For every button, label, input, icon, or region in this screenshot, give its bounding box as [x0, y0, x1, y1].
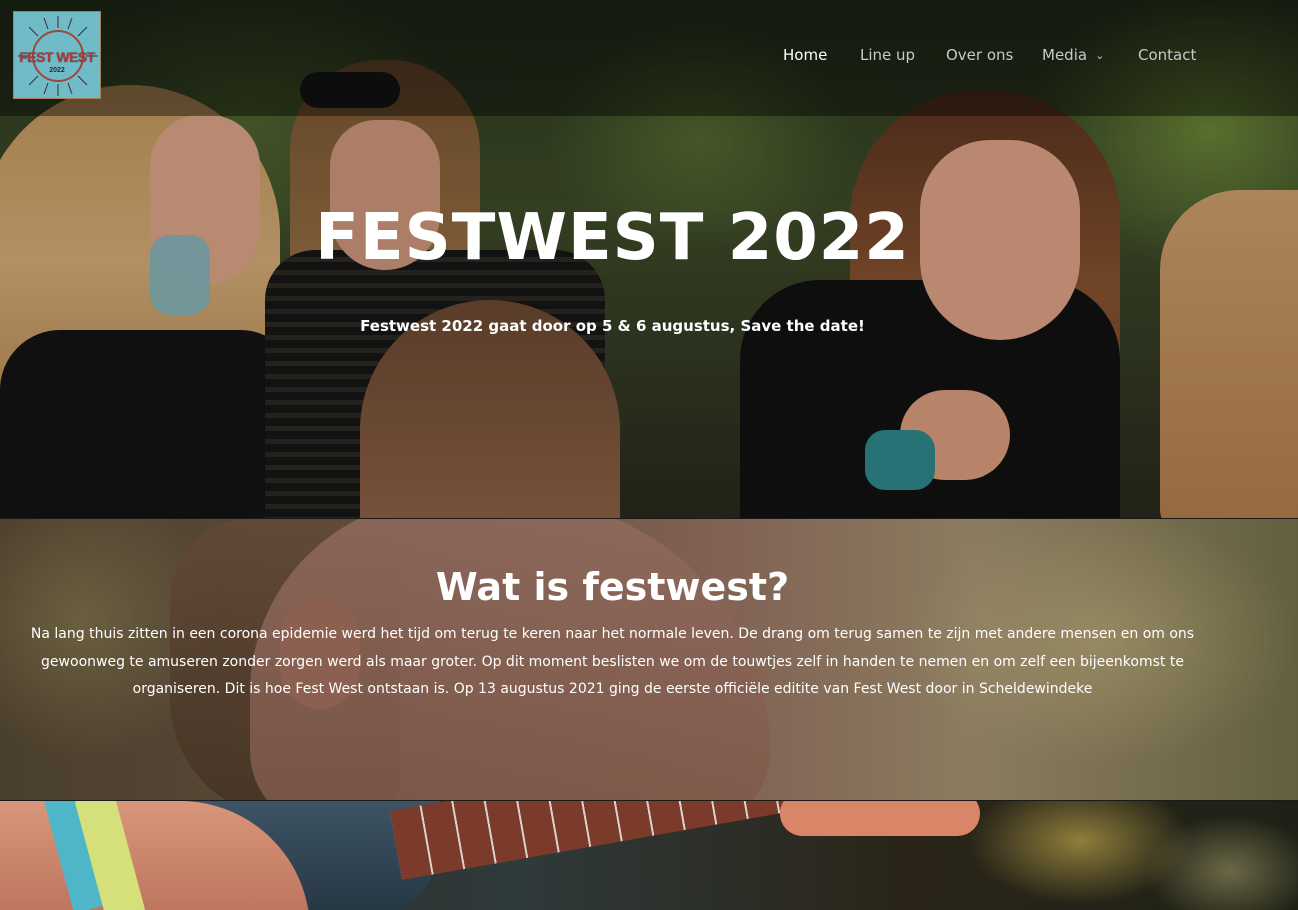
hero-subtitle: Festwest 2022 gaat door op 5 & 6 augustu…: [360, 317, 865, 335]
guitar-photo-shape: [780, 801, 980, 836]
site-header: FEST WEST 2022 Home Line up Over ons Med…: [0, 0, 1298, 116]
hero-title: FESTWEST 2022: [315, 201, 910, 275]
nav-item-line-up[interactable]: Line up: [860, 45, 915, 65]
chevron-down-icon: ⌄: [1095, 49, 1105, 62]
nav-item-home[interactable]: Home: [783, 45, 827, 65]
nav-item-media[interactable]: Media ⌄: [1042, 45, 1104, 66]
main-navigation: Home Line up Over ons Media ⌄ Contact: [0, 45, 1298, 67]
nav-item-over-ons[interactable]: Over ons: [946, 45, 1013, 65]
about-body: Na lang thuis zitten in een corona epide…: [30, 626, 1195, 698]
nav-item-contact[interactable]: Contact: [1138, 45, 1196, 65]
logo-year-text: 2022: [49, 67, 65, 74]
about-title: Wat is festwest?: [435, 565, 790, 609]
nav-item-media-label: Media: [1042, 46, 1088, 64]
guitar-photo-section: [0, 801, 1298, 910]
